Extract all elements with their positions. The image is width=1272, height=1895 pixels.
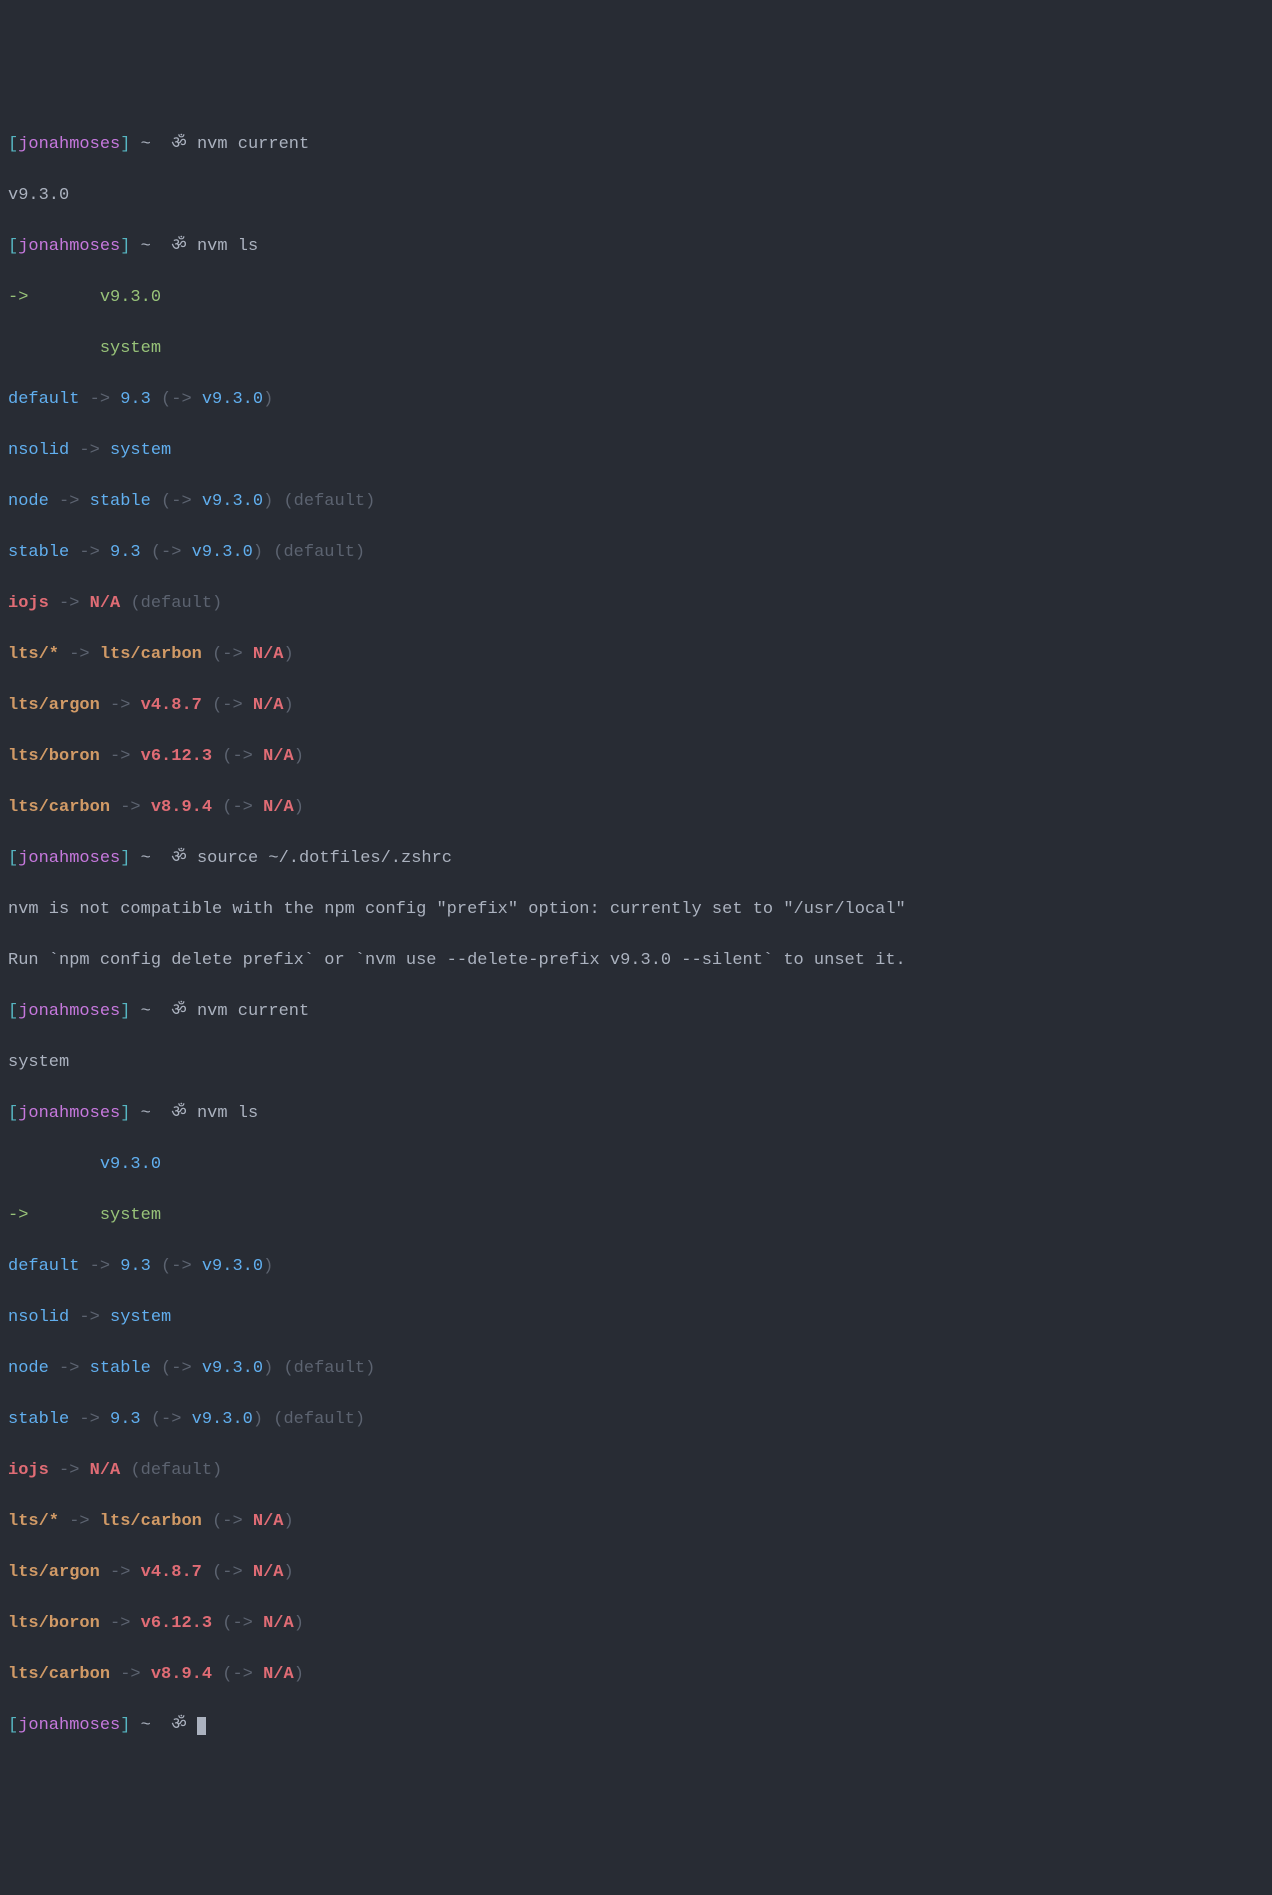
alias-stable: stable -> 9.3 (-> v9.3.0) (default) xyxy=(8,540,1264,566)
ls-system-line: system xyxy=(8,336,1264,362)
command-text: nvm current xyxy=(197,1002,309,1021)
prompt-line-4: [jonahmoses] ~ ॐ nvm current xyxy=(8,999,1264,1025)
alias-lts-boron: lts/boron -> v6.12.3 (-> N/A) xyxy=(8,744,1264,770)
alias-nsolid-2: nsolid -> system xyxy=(8,1305,1264,1331)
alias-lts-star-2: lts/* -> lts/carbon (-> N/A) xyxy=(8,1509,1264,1535)
alias-lts-boron-2: lts/boron -> v6.12.3 (-> N/A) xyxy=(8,1611,1264,1637)
command-text: source ~/.dotfiles/.zshrc xyxy=(197,849,452,868)
error-line-1: nvm is not compatible with the npm confi… xyxy=(8,897,1264,923)
alias-lts-star: lts/* -> lts/carbon (-> N/A) xyxy=(8,642,1264,668)
prompt-line-5: [jonahmoses] ~ ॐ nvm ls xyxy=(8,1101,1264,1127)
ls-selected-system: -> system xyxy=(8,1203,1264,1229)
prompt-line-1: [jonahmoses] ~ ॐ nvm current xyxy=(8,132,1264,158)
prompt-line-2: [jonahmoses] ~ ॐ nvm ls xyxy=(8,234,1264,260)
error-line-2: Run `npm config delete prefix` or `nvm u… xyxy=(8,948,1264,974)
alias-iojs-2: iojs -> N/A (default) xyxy=(8,1458,1264,1484)
output-system: system xyxy=(8,1050,1264,1076)
alias-nsolid: nsolid -> system xyxy=(8,438,1264,464)
ls-selected-line: -> v9.3.0 xyxy=(8,285,1264,311)
alias-node: node -> stable (-> v9.3.0) (default) xyxy=(8,489,1264,515)
alias-lts-argon: lts/argon -> v4.8.7 (-> N/A) xyxy=(8,693,1264,719)
alias-lts-argon-2: lts/argon -> v4.8.7 (-> N/A) xyxy=(8,1560,1264,1586)
command-text: nvm ls xyxy=(197,237,258,256)
prompt-line-current[interactable]: [jonahmoses] ~ ॐ xyxy=(8,1713,1264,1739)
alias-default: default -> 9.3 (-> v9.3.0) xyxy=(8,387,1264,413)
output-version: v9.3.0 xyxy=(8,183,1264,209)
cursor-icon xyxy=(197,1717,206,1735)
command-text: nvm current xyxy=(197,135,309,154)
prompt-line-3: [jonahmoses] ~ ॐ source ~/.dotfiles/.zsh… xyxy=(8,846,1264,872)
alias-lts-carbon: lts/carbon -> v8.9.4 (-> N/A) xyxy=(8,795,1264,821)
ls-version-line: v9.3.0 xyxy=(8,1152,1264,1178)
terminal-output: [jonahmoses] ~ ॐ nvm current v9.3.0 [jon… xyxy=(8,106,1264,1764)
alias-node-2: node -> stable (-> v9.3.0) (default) xyxy=(8,1356,1264,1382)
alias-lts-carbon-2: lts/carbon -> v8.9.4 (-> N/A) xyxy=(8,1662,1264,1688)
alias-stable-2: stable -> 9.3 (-> v9.3.0) (default) xyxy=(8,1407,1264,1433)
command-text: nvm ls xyxy=(197,1104,258,1123)
alias-default-2: default -> 9.3 (-> v9.3.0) xyxy=(8,1254,1264,1280)
alias-iojs: iojs -> N/A (default) xyxy=(8,591,1264,617)
